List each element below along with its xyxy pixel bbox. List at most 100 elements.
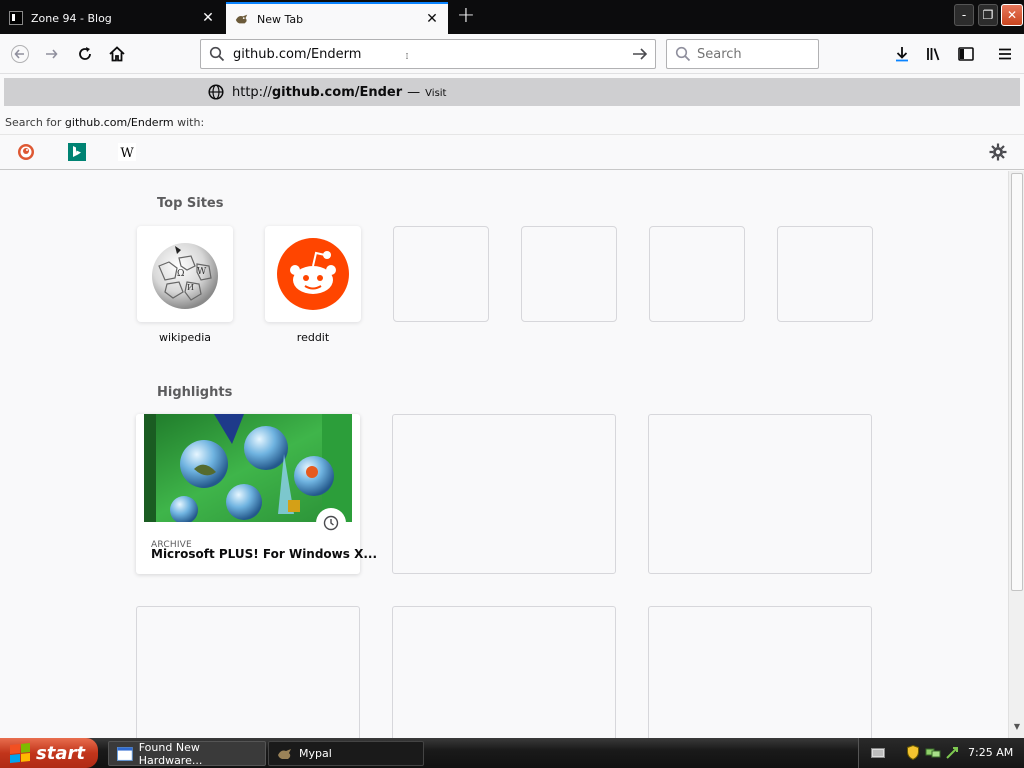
- reddit-logo-icon: [277, 238, 349, 310]
- top-sites-heading: Top Sites: [157, 196, 224, 211]
- search-bar[interactable]: [666, 39, 819, 69]
- search-icon: [675, 46, 691, 62]
- highlight-empty-slot: [136, 606, 360, 738]
- search-icon: [209, 46, 225, 62]
- hamburger-menu-icon: [999, 48, 1011, 60]
- svg-text:И: И: [187, 283, 194, 292]
- windows-flag-icon: [10, 742, 30, 764]
- security-shield-icon[interactable]: [907, 745, 919, 760]
- microsoft-plus-box-image: [144, 414, 352, 522]
- svg-text:Ω: Ω: [177, 269, 184, 279]
- network-icon[interactable]: [925, 747, 941, 759]
- tab-zone94-blog[interactable]: Zone 94 - Blog ✕: [0, 2, 224, 34]
- close-tab-icon[interactable]: ✕: [198, 8, 218, 28]
- minimize-button[interactable]: -: [954, 4, 974, 26]
- svg-text:W: W: [197, 267, 207, 277]
- download-icon: [896, 47, 908, 62]
- tab-title: Zone 94 - Blog: [31, 11, 112, 25]
- taskbar-item-found-new-hardware[interactable]: Found New Hardware...: [108, 740, 266, 767]
- library-icon: [927, 48, 940, 61]
- url-input[interactable]: [233, 44, 623, 64]
- suggestion-url-prefix: http://: [232, 84, 272, 100]
- svg-text:W: W: [120, 146, 134, 161]
- top-site-wikipedia[interactable]: Ω W И: [137, 226, 233, 322]
- vertical-scrollbar[interactable]: ▼: [1008, 171, 1024, 738]
- window-icon: [117, 746, 133, 761]
- taskbar-clock[interactable]: 7:25 AM: [968, 746, 1013, 759]
- go-arrow-icon[interactable]: [631, 45, 649, 63]
- keyboard-icon[interactable]: [871, 747, 885, 759]
- search-for-label: Search for github.com/Enderm with:: [5, 116, 204, 129]
- one-off-search-engines: W: [0, 134, 1024, 168]
- url-bar[interactable]: [200, 39, 656, 69]
- tab-title: New Tab: [257, 12, 304, 26]
- tab-strip: Zone 94 - Blog ✕ New Tab ✕ + - ❐ ✕: [0, 0, 1024, 34]
- reload-button[interactable]: [71, 40, 99, 68]
- globe-icon: [208, 84, 224, 100]
- downloads-button[interactable]: [888, 40, 916, 68]
- highlight-empty-slot: [648, 414, 872, 574]
- text-cursor-icon: [406, 53, 408, 59]
- highlight-empty-slot: [648, 606, 872, 738]
- top-site-empty-slot[interactable]: [393, 226, 489, 322]
- scrollbar-thumb[interactable]: [1011, 173, 1023, 591]
- highlight-empty-slot: [392, 414, 616, 574]
- library-button[interactable]: [920, 40, 948, 68]
- search-for-query: github.com/Enderm: [64, 116, 174, 129]
- highlight-thumbnail: [144, 414, 352, 522]
- highlight-card[interactable]: ARCHIVE Microsoft PLUS! For Windows X...: [136, 414, 377, 574]
- menu-button[interactable]: [991, 40, 1019, 68]
- forward-button[interactable]: [38, 40, 66, 68]
- clock-icon: [323, 515, 339, 531]
- navigation-toolbar: [0, 34, 1024, 74]
- tab-new-tab[interactable]: New Tab ✕: [226, 2, 448, 34]
- start-button[interactable]: start: [0, 738, 98, 768]
- maximize-button[interactable]: ❐: [978, 4, 998, 26]
- top-site-empty-slot[interactable]: [521, 226, 617, 322]
- home-icon: [109, 46, 125, 62]
- zone94-favicon-icon: [9, 11, 23, 25]
- suggestion-url: http://github.com/Ender: [232, 85, 402, 100]
- url-autocomplete-popup: http://github.com/Ender — Visit Search f…: [0, 74, 1024, 170]
- wikipedia-globe-icon: Ω W И: [152, 243, 218, 309]
- top-site-reddit[interactable]: [265, 226, 361, 322]
- wikipedia-icon[interactable]: W: [118, 143, 136, 161]
- suggestion-separator: —: [407, 84, 421, 100]
- reload-icon: [79, 47, 91, 60]
- close-tab-icon[interactable]: ✕: [422, 9, 442, 29]
- highlights-heading: Highlights: [157, 385, 233, 400]
- taskbar-item-mypal[interactable]: Mypal: [268, 741, 424, 766]
- top-site-empty-slot[interactable]: [777, 226, 873, 322]
- top-site-label: reddit: [296, 331, 330, 344]
- home-button[interactable]: [103, 40, 131, 68]
- back-button[interactable]: [6, 40, 34, 68]
- search-for-prefix: Search for: [5, 116, 65, 129]
- sidebar-icon: [958, 47, 974, 61]
- gear-icon[interactable]: [988, 142, 1008, 162]
- new-tab-button[interactable]: +: [454, 5, 478, 29]
- history-clock-badge: [316, 508, 346, 538]
- top-site-label: wikipedia: [158, 331, 211, 344]
- autocomplete-suggestion[interactable]: http://github.com/Ender — Visit: [4, 78, 1020, 106]
- mypal-icon: [278, 748, 291, 759]
- start-label: start: [36, 742, 85, 764]
- highlight-empty-slot: [392, 606, 616, 738]
- task-label: Found New Hardware...: [138, 740, 203, 767]
- search-for-suffix: with:: [173, 116, 205, 129]
- task-label: Mypal: [299, 747, 332, 760]
- windows-taskbar: start Found New Hardware... Mypal 7:25 A…: [0, 738, 1024, 768]
- duckduckgo-icon[interactable]: [17, 143, 35, 161]
- suggestion-action: Visit: [425, 88, 447, 99]
- mypal-favicon-icon: [235, 14, 248, 24]
- top-site-empty-slot[interactable]: [649, 226, 745, 322]
- search-input[interactable]: [697, 45, 812, 63]
- back-arrow-icon: [11, 45, 29, 63]
- bing-icon[interactable]: [68, 143, 86, 161]
- sidebar-button[interactable]: [952, 40, 980, 68]
- forward-arrow-icon: [46, 49, 58, 59]
- suggestion-url-match: github.com/Ender: [271, 84, 403, 100]
- safely-remove-hardware-icon[interactable]: [945, 746, 959, 760]
- highlight-title: Microsoft PLUS! For Windows X...: [151, 547, 378, 561]
- scroll-down-icon[interactable]: ▼: [1011, 722, 1023, 736]
- close-window-button[interactable]: ✕: [1001, 4, 1023, 26]
